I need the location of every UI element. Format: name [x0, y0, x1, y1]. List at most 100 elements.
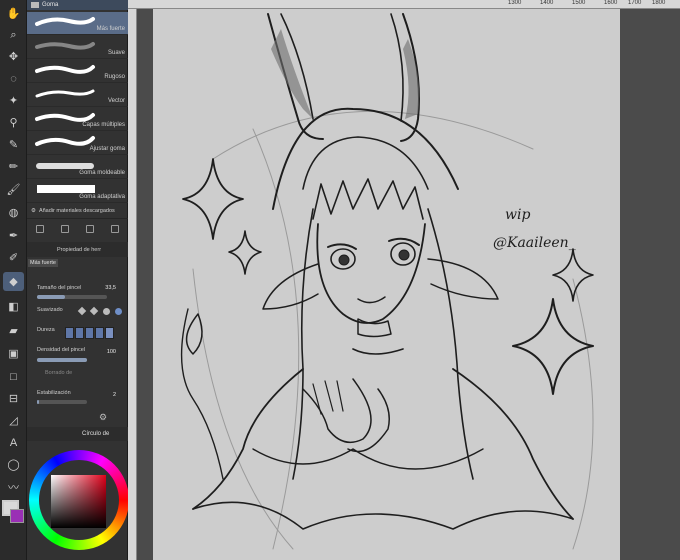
- eyedropper-tool-icon[interactable]: ⚲: [3, 113, 24, 132]
- correction-tool-icon[interactable]: 〰: [3, 477, 24, 496]
- caption-wip: wip: [505, 207, 530, 223]
- brush-item-label: Rugoso: [104, 74, 125, 80]
- brush-size-label: Tamaño del pincel: [37, 285, 82, 291]
- brush-tool-icon[interactable]: 🖌: [3, 180, 24, 199]
- copy-icon[interactable]: [86, 225, 95, 233]
- hand-tool-icon[interactable]: ✋: [3, 4, 24, 23]
- hardness-row: Dureza: [27, 327, 128, 341]
- magic-wand-tool-icon[interactable]: ✦: [3, 91, 24, 110]
- brush-density-row: Densidad del pincel 100: [27, 347, 128, 365]
- stabilization-label: Estabilización: [37, 390, 71, 396]
- pencil-tool-icon[interactable]: ✏: [3, 157, 24, 176]
- brush-item-label: Ajustar goma: [89, 146, 125, 152]
- brush-item-label: Goma adaptativa: [79, 194, 125, 200]
- hardness-option[interactable]: [75, 327, 84, 339]
- brush-size-row: Tamaño del pincel 33,5: [27, 285, 128, 301]
- zoom-tool-icon[interactable]: ⌕: [3, 26, 24, 45]
- caption-handle: @Kaaileen_: [493, 235, 576, 251]
- brush-density-label: Densidad del pincel: [37, 347, 86, 353]
- move-tool-icon[interactable]: ✥: [3, 47, 24, 66]
- stabilization-row: Estabilización 2: [27, 390, 128, 406]
- background-color-swatch[interactable]: [10, 509, 24, 523]
- duplicate-icon[interactable]: [35, 225, 44, 233]
- smoothing-option-dot[interactable]: [103, 308, 110, 315]
- tool-strip: ✋ ⌕ ✥ ◌ ✦ ⚲ ✎ ✏ 🖌 ◍ ✒ ✐ ◆ ◧ ▰ ▣ □ ⊟ ◿ A …: [0, 0, 27, 560]
- add-downloaded-materials-button[interactable]: ⚙ Añadir materiales descargados: [27, 203, 128, 219]
- figure-tool-icon[interactable]: ▣: [3, 344, 24, 363]
- pen-tool-icon[interactable]: ✎: [3, 135, 24, 154]
- eraser-tool-icon[interactable]: ◆: [3, 272, 24, 291]
- brush-item-rugoso[interactable]: Rugoso: [27, 60, 128, 83]
- hardness-option-selected[interactable]: [105, 327, 114, 339]
- preset-label: Más fuerte: [28, 259, 58, 267]
- ruler-label: 1400: [540, 0, 554, 6]
- settings-icon[interactable]: ⚙: [99, 412, 107, 423]
- drawing-canvas[interactable]: wip @Kaaileen_: [153, 9, 620, 560]
- brush-item-goma-moldeable[interactable]: Goma moldeable: [27, 156, 128, 179]
- smoothing-option-dot-selected[interactable]: [115, 308, 122, 315]
- operation-tool-icon[interactable]: ◿: [3, 411, 24, 430]
- delete-icon[interactable]: [111, 225, 120, 233]
- smoothing-option-diamond[interactable]: [89, 306, 99, 316]
- sub-tool-header: Goma: [27, 0, 128, 10]
- ruler-label: 1800: [652, 0, 666, 6]
- brush-item-ajustar-goma[interactable]: Ajustar goma: [27, 132, 128, 155]
- hardness-option[interactable]: [65, 327, 74, 339]
- frame-tool-icon[interactable]: □: [3, 367, 24, 386]
- lasso-tool-icon[interactable]: ◌: [3, 69, 24, 88]
- decoration-tool-icon[interactable]: ✒: [3, 226, 24, 245]
- fill-tool-icon[interactable]: ◧: [3, 297, 24, 316]
- brush-density-value[interactable]: 100: [107, 349, 116, 355]
- brush-stroke-preview: [35, 136, 95, 146]
- text-tool-icon[interactable]: A: [3, 433, 24, 452]
- brush-item-label: Capas múltiples: [82, 122, 125, 128]
- brush-size-slider[interactable]: [37, 295, 107, 299]
- ruler-tool-icon[interactable]: ⊟: [3, 389, 24, 408]
- new-subtool-icon[interactable]: [60, 225, 69, 233]
- tool-property-title: Propiedad de herr: [57, 246, 102, 253]
- erase-mode-row: Borrado de: [27, 370, 128, 382]
- ruler-label: 1600: [604, 0, 618, 6]
- blend-tool-icon[interactable]: ✐: [3, 248, 24, 267]
- brush-stroke-preview: [35, 42, 95, 50]
- hardness-option[interactable]: [85, 327, 94, 339]
- gradient-tool-icon[interactable]: ▰: [3, 321, 24, 340]
- tool-property-header: Propiedad de herr: [27, 242, 128, 257]
- airbrush-tool-icon[interactable]: ◍: [3, 203, 24, 222]
- hardness-label: Dureza: [37, 327, 55, 333]
- balloon-tool-icon[interactable]: ◯: [3, 455, 24, 474]
- smoothing-label: Suavizado: [37, 307, 63, 313]
- horizontal-ruler: 1300 1400 1500 1600 1700 1800: [128, 0, 680, 9]
- brush-item-label: Suave: [107, 50, 125, 56]
- brush-item-label: Más fuerte: [96, 26, 125, 32]
- sketch-artwork: wip @Kaaileen_: [180, 13, 594, 550]
- color-wheel[interactable]: [29, 450, 129, 550]
- brush-density-slider[interactable]: [37, 358, 87, 362]
- color-wheel-title: Círculo de: [82, 431, 110, 437]
- stabilization-value[interactable]: 2: [113, 392, 116, 398]
- brush-stroke-preview: [35, 65, 95, 74]
- brush-item-label: Goma moldeable: [79, 170, 125, 176]
- smoothing-row: Suavizado: [27, 306, 128, 321]
- brush-size-value[interactable]: 33,5: [105, 285, 116, 291]
- brush-stroke-preview: [35, 89, 95, 98]
- brush-item-suave[interactable]: Suave: [27, 36, 128, 59]
- smoothing-option-diamond[interactable]: [77, 306, 87, 316]
- sub-tool-header-label: Goma: [42, 2, 59, 8]
- color-wheel-header: Círculo de: [27, 427, 128, 441]
- brush-item-goma-adaptativa[interactable]: Goma adaptativa: [27, 180, 128, 203]
- saturation-value-square[interactable]: [51, 475, 106, 528]
- add-materials-label: Añadir materiales descargados: [38, 207, 115, 214]
- sub-tool-panel: Goma Más fuerte Suave Rugoso Vector Capa…: [27, 0, 129, 560]
- vertical-ruler: [128, 9, 137, 560]
- ruler-label: 1300: [508, 0, 522, 6]
- brush-item-capas-multiples[interactable]: Capas múltiples: [27, 108, 128, 131]
- clip-studio-window: ✋ ⌕ ✥ ◌ ✦ ⚲ ✎ ✏ 🖌 ◍ ✒ ✐ ◆ ◧ ▰ ▣ □ ⊟ ◿ A …: [0, 0, 680, 560]
- brush-item-vector[interactable]: Vector: [27, 84, 128, 107]
- brush-stroke-preview: [35, 17, 95, 26]
- brush-item-mas-fuerte[interactable]: Más fuerte: [27, 12, 128, 35]
- stabilization-slider[interactable]: [37, 400, 87, 404]
- sub-tool-actions: [27, 222, 128, 236]
- hardness-option[interactable]: [95, 327, 104, 339]
- eraser-icon: [31, 2, 39, 8]
